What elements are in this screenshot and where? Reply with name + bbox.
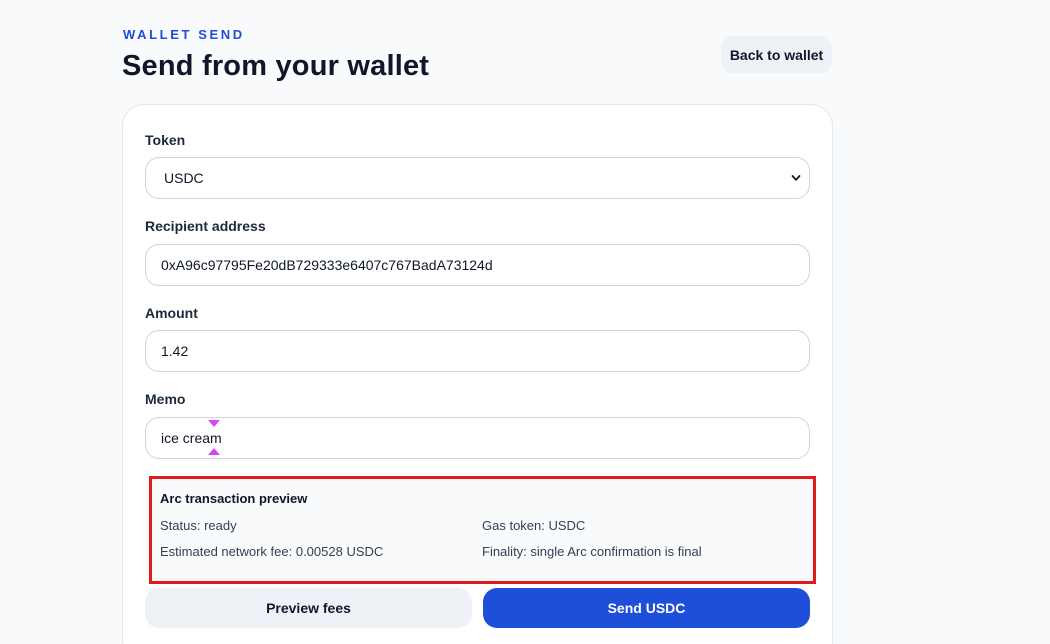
amount-value: 1.42 (161, 343, 189, 359)
token-select-value: USDC (164, 170, 204, 186)
recipient-address-input[interactable]: 0xA96c97795Fe20dB729333e6407c767BadA7312… (145, 244, 810, 286)
token-select[interactable]: USDC (145, 157, 810, 199)
memo-value: ice cream (161, 430, 222, 446)
transaction-preview-panel: Arc transaction preview Status: ready Ga… (149, 476, 816, 584)
memo-label: Memo (145, 391, 186, 407)
preview-finality: Finality: single Arc confirmation is fin… (482, 544, 702, 559)
back-to-wallet-button[interactable]: Back to wallet (721, 36, 832, 73)
preview-fees-button[interactable]: Preview fees (145, 588, 472, 628)
amount-input[interactable]: 1.42 (145, 330, 810, 372)
preview-status: Status: ready (160, 518, 237, 533)
page-title: Send from your wallet (122, 50, 430, 82)
preview-network-fee: Estimated network fee: 0.00528 USDC (160, 544, 384, 559)
page-eyebrow: WALLET SEND (123, 27, 245, 42)
recipient-address-value: 0xA96c97795Fe20dB729333e6407c767BadA7312… (161, 257, 493, 273)
preview-gas-token: Gas token: USDC (482, 518, 586, 533)
text-cursor-icon (208, 448, 220, 455)
send-usdc-button[interactable]: Send USDC (483, 588, 810, 628)
token-label: Token (145, 132, 186, 148)
chevron-down-icon (791, 175, 801, 181)
recipient-label: Recipient address (145, 218, 266, 234)
preview-title: Arc transaction preview (160, 491, 308, 506)
amount-label: Amount (145, 305, 198, 321)
wallet-send-page: WALLET SEND Send from your wallet Back t… (0, 0, 1050, 644)
memo-input[interactable]: ice cream (145, 417, 810, 459)
text-cursor-icon (208, 420, 220, 427)
